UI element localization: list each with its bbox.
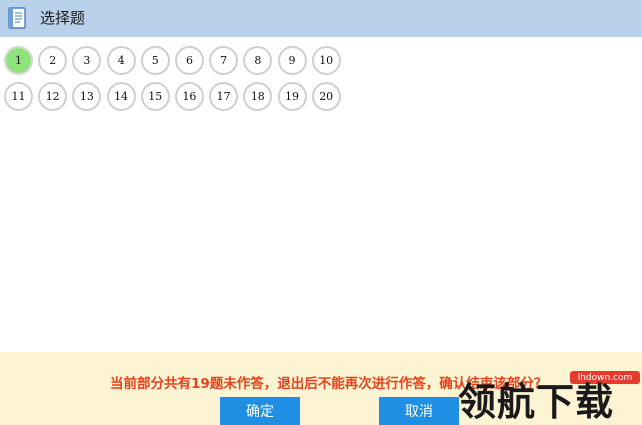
page-title: 选择题 <box>40 9 86 27</box>
question-button-7[interactable]: 7 <box>209 46 239 75</box>
question-button-13[interactable]: 13 <box>72 82 102 111</box>
question-button-11[interactable]: 11 <box>4 82 33 111</box>
question-navigator: 1 2 3 4 5 6 7 8 9 10 11 12 13 14 15 16 1… <box>4 45 404 117</box>
question-button-12[interactable]: 12 <box>38 82 68 111</box>
question-button-16[interactable]: 16 <box>174 82 204 111</box>
question-button-20[interactable]: 20 <box>311 82 341 111</box>
question-button-8[interactable]: 8 <box>243 46 273 75</box>
watermark-logo: 领航下载 <box>458 380 615 424</box>
question-button-3[interactable]: 3 <box>72 46 102 75</box>
question-row: 11 12 13 14 15 16 17 18 19 20 <box>4 81 404 114</box>
question-button-1[interactable]: 1 <box>4 46 33 75</box>
question-button-4[interactable]: 4 <box>106 46 136 75</box>
question-button-17[interactable]: 17 <box>209 82 239 111</box>
confirm-button[interactable]: 确定 <box>220 397 300 425</box>
question-button-14[interactable]: 14 <box>106 82 136 111</box>
question-button-6[interactable]: 6 <box>174 46 204 75</box>
question-button-9[interactable]: 9 <box>277 46 307 75</box>
title-bar: 选择题 <box>0 0 642 37</box>
question-button-19[interactable]: 19 <box>277 82 307 111</box>
question-button-2[interactable]: 2 <box>38 46 68 75</box>
question-button-10[interactable]: 10 <box>311 46 341 75</box>
question-row: 1 2 3 4 5 6 7 8 9 10 <box>4 45 404 78</box>
cancel-button[interactable]: 取消 <box>379 397 459 425</box>
document-icon <box>8 7 26 29</box>
question-button-18[interactable]: 18 <box>243 82 273 111</box>
question-button-15[interactable]: 15 <box>140 82 170 111</box>
question-button-5[interactable]: 5 <box>140 46 170 75</box>
